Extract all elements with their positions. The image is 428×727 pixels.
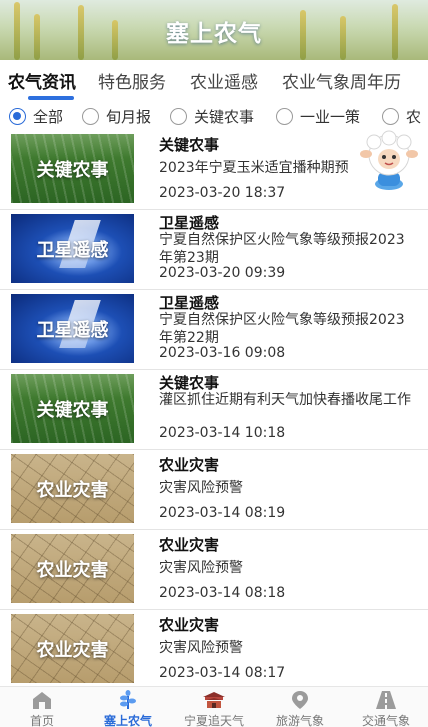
nav-label: 交通气象 [361, 714, 410, 727]
item-category: 关键农事 [159, 136, 220, 154]
thumbnail-image: 关键农事 [11, 134, 134, 203]
item-title: 灾害风险预警 [159, 560, 243, 576]
header-banner: 塞上农气 [0, 0, 428, 60]
tab-special-services[interactable]: 特色服务 [98, 68, 166, 93]
page-title: 塞上农气 [166, 21, 262, 47]
item-timestamp: 2023-03-16 09:08 [159, 345, 286, 361]
radio-icon [276, 108, 293, 125]
item-timestamp: 2023-03-20 18:37 [159, 185, 286, 201]
list-item[interactable]: 农业灾害 农业灾害 灾害风险预警 2023-03-14 08:19 [0, 450, 428, 530]
thumbnail-image: 农业灾害 [11, 534, 134, 603]
filter-all[interactable]: 全部 [9, 106, 63, 127]
item-timestamp: 2023-03-20 09:39 [159, 265, 286, 281]
nav-ningxia-weather[interactable]: 宁夏追天气 [174, 689, 254, 727]
nav-label: 塞上农气 [103, 714, 152, 727]
list-item[interactable]: 农业灾害 农业灾害 灾害风险预警 2023-03-14 08:18 [0, 530, 428, 610]
tab-annual-calendar[interactable]: 农业气象周年历 [282, 68, 401, 93]
thumbnail-image: 卫星遥感 [11, 214, 134, 283]
sheep-mascot-icon[interactable] [358, 128, 420, 192]
item-timestamp: 2023-03-14 08:18 [159, 585, 286, 601]
item-title: 宁夏自然保护区火险气象等级预报2023年第23期 [159, 232, 405, 266]
nav-home[interactable]: 首页 [2, 689, 82, 727]
filter-label: 关键农事 [194, 108, 255, 126]
filter-agri[interactable]: 农 [382, 106, 421, 127]
thumbnail-label: 农业灾害 [36, 480, 109, 501]
list-item[interactable]: 关键农事 关键农事 灌区抓住近期有利天气加快春播收尾工作 2023-03-14 … [0, 370, 428, 450]
filter-label: 农 [406, 108, 422, 126]
radio-icon [170, 108, 187, 125]
tab-news[interactable]: 农气资讯 [8, 68, 76, 93]
item-category: 农业灾害 [159, 536, 220, 554]
nav-label: 旅游气象 [275, 714, 324, 727]
item-category: 卫星遥感 [159, 294, 220, 312]
bottom-nav: 首页 塞上农气 宁夏追天气 旅游气象 交通气象 [0, 686, 428, 727]
item-category: 农业灾害 [159, 456, 220, 474]
item-title: 宁夏自然保护区火险气象等级预报2023年第22期 [159, 312, 405, 346]
list-item[interactable]: 卫星遥感 卫星遥感 宁夏自然保护区火险气象等级预报2023年第23期 2023-… [0, 210, 428, 290]
nav-label: 宁夏追天气 [183, 714, 244, 727]
filter-key-farming[interactable]: 关键农事 [170, 106, 254, 127]
agri-weather-icon [120, 690, 136, 709]
item-category: 农业灾害 [159, 616, 220, 634]
list-item[interactable]: 农业灾害 农业灾害 灾害风险预警 2023-03-14 08:17 [0, 610, 428, 690]
tab-remote-sensing[interactable]: 农业遥感 [190, 68, 258, 93]
item-title: 灾害风险预警 [159, 640, 243, 656]
thumbnail-label: 关键农事 [36, 400, 109, 421]
radio-selected-icon [9, 108, 26, 125]
item-timestamp: 2023-03-14 08:17 [159, 665, 286, 681]
pavilion-icon [203, 692, 225, 708]
thumbnail-image: 关键农事 [11, 374, 134, 443]
thumbnail-label: 卫星遥感 [36, 240, 109, 261]
category-tabs: 农气资讯 特色服务 农业遥感 农业气象周年历 [0, 62, 428, 98]
nav-agri-weather[interactable]: 塞上农气 [88, 689, 168, 727]
item-title: 灌区抓住近期有利天气加快春播收尾工作 [159, 392, 411, 408]
nav-travel-weather[interactable]: 旅游气象 [260, 689, 340, 727]
list-item[interactable]: 卫星遥感 卫星遥感 宁夏自然保护区火险气象等级预报2023年第22期 2023-… [0, 290, 428, 370]
radio-icon [382, 108, 399, 125]
thumbnail-image: 农业灾害 [11, 614, 134, 683]
thumbnail-label: 卫星遥感 [36, 320, 109, 341]
thumbnail-image: 农业灾害 [11, 454, 134, 523]
item-category: 关键农事 [159, 374, 220, 392]
active-tab-indicator [28, 96, 74, 100]
nav-label: 首页 [29, 714, 54, 727]
radio-icon [82, 108, 99, 125]
filter-label: 旬月报 [106, 108, 152, 126]
item-category: 卫星遥感 [159, 214, 220, 232]
nav-traffic-weather[interactable]: 交通气象 [346, 689, 426, 727]
filter-label: 一业一策 [300, 108, 361, 126]
item-timestamp: 2023-03-14 08:19 [159, 505, 286, 521]
filter-radio-group: 全部 旬月报 关键农事 一业一策 农 [0, 102, 428, 130]
thumbnail-label: 关键农事 [36, 160, 109, 181]
filter-one-industry-one-policy[interactable]: 一业一策 [276, 106, 360, 127]
thumbnail-label: 农业灾害 [36, 560, 109, 581]
home-icon [33, 692, 51, 709]
thumbnail-label: 农业灾害 [36, 640, 109, 661]
filter-label: 全部 [33, 108, 64, 126]
road-icon [376, 691, 396, 709]
travel-pin-icon [292, 691, 308, 709]
thumbnail-image: 卫星遥感 [11, 294, 134, 363]
filter-ten-day-monthly[interactable]: 旬月报 [82, 106, 151, 127]
item-title: 灾害风险预警 [159, 480, 243, 496]
item-timestamp: 2023-03-14 10:18 [159, 425, 286, 441]
